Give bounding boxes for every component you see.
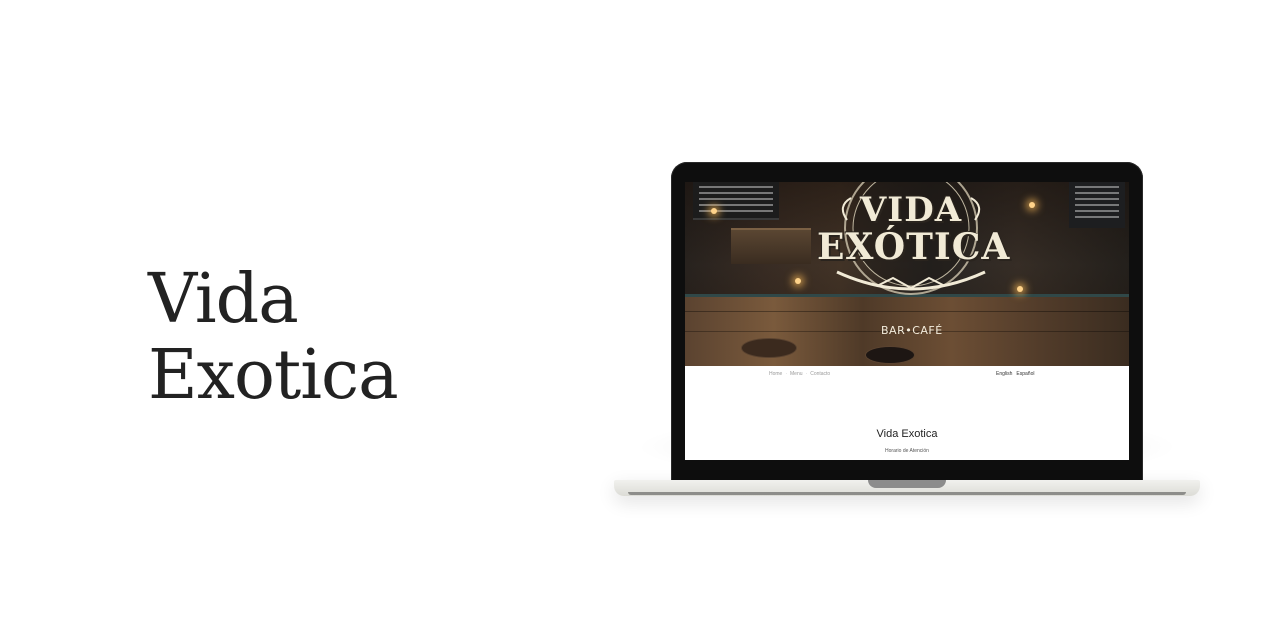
site-subheading: Horario de Atención — [885, 448, 929, 454]
nav-separator: · — [785, 371, 788, 377]
menu-board-left — [693, 182, 779, 220]
laptop-mockup: VIDA EXÓTICA BAR•CAFÉ Home · Menu · Cont… — [614, 162, 1200, 542]
project-title: Vida Exotica — [148, 262, 508, 414]
lamp-light — [1017, 286, 1023, 292]
menu-board-right — [1069, 182, 1125, 228]
nav-separator: · — [805, 371, 808, 377]
lamp-light — [711, 208, 717, 214]
bottle-shelf — [731, 228, 811, 264]
lamp-light — [795, 278, 801, 284]
project-title-line-1: Vida — [148, 260, 299, 339]
nav-link-menu[interactable]: Menu — [790, 371, 803, 377]
website-screen: VIDA EXÓTICA BAR•CAFÉ Home · Menu · Cont… — [685, 182, 1129, 460]
nav-links: Home · Menu · Contacto — [769, 371, 830, 377]
language-espanol[interactable]: Español — [1016, 371, 1034, 377]
lamp-light — [1029, 202, 1035, 208]
laptop-notch — [868, 480, 946, 488]
logo-badge: VIDA EXÓTICA — [817, 182, 1011, 306]
language-english[interactable]: English — [996, 371, 1012, 377]
bar-stool — [865, 346, 915, 364]
logo-subtitle: BAR•CAFÉ — [881, 324, 943, 337]
site-heading: Vida Exotica — [876, 428, 938, 440]
nav-link-home[interactable]: Home — [769, 371, 782, 377]
hero-image: VIDA EXÓTICA BAR•CAFÉ — [685, 182, 1129, 366]
language-switcher: English Español — [996, 371, 1034, 377]
project-title-line-2: Exotica — [148, 336, 399, 415]
laptop-base-lip — [628, 492, 1186, 495]
nav-link-contacto[interactable]: Contacto — [810, 371, 830, 377]
logo-text-vida: VIDA — [859, 190, 963, 230]
site-navigation: Home · Menu · Contacto English Español — [685, 368, 1129, 382]
logo-text-exotica: EXÓTICA — [817, 226, 1011, 268]
bar-stool — [741, 338, 797, 358]
